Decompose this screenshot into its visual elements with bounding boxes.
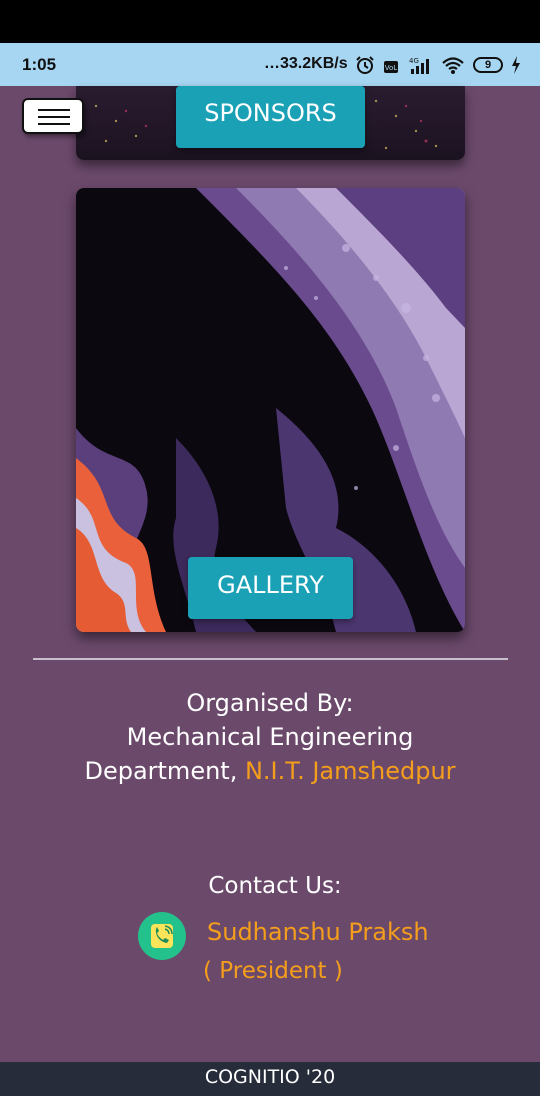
charging-icon bbox=[512, 56, 520, 74]
contact-name-link[interactable]: Sudhanshu Praksh bbox=[207, 918, 429, 946]
battery-icon: 9 bbox=[473, 57, 503, 73]
organiser-section: Organised By: Mechanical Engineering Dep… bbox=[0, 686, 540, 788]
sponsors-button[interactable]: SPONSORS bbox=[176, 86, 365, 148]
network-speed: …33.2KB/s bbox=[264, 55, 348, 72]
alarm-icon bbox=[356, 56, 374, 74]
svg-text:VoL: VoL bbox=[385, 64, 398, 72]
hamburger-icon-line bbox=[38, 123, 70, 125]
status-time: 1:05 bbox=[22, 55, 57, 74]
organiser-institute: N.I.T. Jamshedpur bbox=[244, 757, 456, 785]
status-bar: 1:05 …33.2KB/s VoL 4G 9 bbox=[0, 43, 540, 86]
signal-icon: 4G bbox=[409, 57, 429, 74]
system-top-bezel bbox=[0, 0, 540, 43]
svg-text:4G: 4G bbox=[409, 57, 419, 65]
battery-level: 9 bbox=[484, 59, 492, 71]
gallery-button[interactable]: GALLERY bbox=[188, 557, 353, 619]
hamburger-icon bbox=[38, 109, 70, 111]
footer: COGNITIO '20 bbox=[0, 1062, 540, 1096]
phone-glyph bbox=[151, 924, 173, 948]
organiser-line1: Mechanical Engineering bbox=[126, 723, 414, 751]
contact-heading: Contact Us: bbox=[208, 873, 342, 899]
organiser-line2: Department, N.I.T. Jamshedpur bbox=[0, 754, 540, 788]
organiser-department: Department, bbox=[84, 757, 245, 785]
status-icons: VoL 4G 9 bbox=[355, 53, 521, 77]
contact-role: ( President ) bbox=[203, 958, 343, 984]
hamburger-icon-line bbox=[38, 116, 70, 118]
wifi-icon bbox=[442, 57, 464, 74]
footer-text: COGNITIO '20 bbox=[204, 1066, 336, 1088]
organiser-heading: Organised By: bbox=[186, 689, 354, 717]
menu-button[interactable] bbox=[22, 98, 84, 134]
section-divider bbox=[33, 658, 508, 660]
phone-icon[interactable] bbox=[138, 912, 186, 960]
volte-icon: VoL bbox=[384, 61, 398, 73]
